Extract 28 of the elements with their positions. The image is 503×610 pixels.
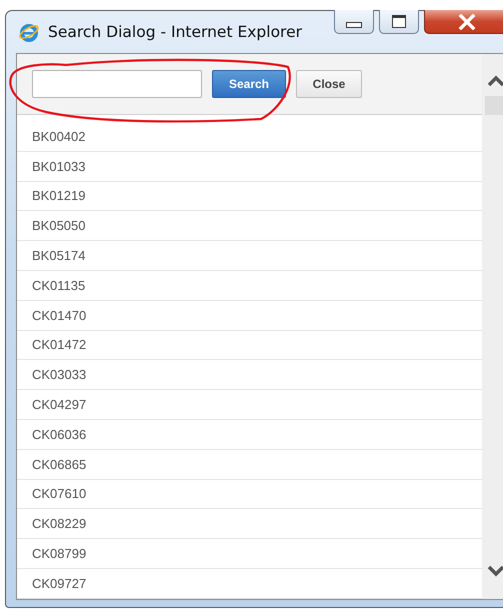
maximize-button[interactable] <box>379 10 419 34</box>
close-dialog-button[interactable]: Close <box>296 70 362 98</box>
window-title: Search Dialog - Internet Explorer <box>48 23 302 41</box>
result-item[interactable]: CK06036 <box>17 420 482 450</box>
result-item[interactable]: CK08799 <box>17 539 482 569</box>
result-item[interactable]: CK01135 <box>17 270 482 301</box>
result-item[interactable]: CK01472 <box>17 330 482 360</box>
result-item[interactable]: BK01033 <box>17 152 482 182</box>
result-item[interactable]: CK08229 <box>17 509 482 540</box>
result-item[interactable]: CK07610 <box>17 480 482 510</box>
scrollbar[interactable] <box>482 54 503 599</box>
scroll-up-icon[interactable] <box>486 75 503 87</box>
search-field[interactable] <box>32 70 202 98</box>
result-item[interactable]: CK04297 <box>17 390 482 420</box>
close-icon <box>458 14 476 30</box>
result-item[interactable]: CK01470 <box>17 300 482 331</box>
result-item[interactable]: BK05174 <box>17 241 482 271</box>
result-item[interactable]: BK01219 <box>17 182 482 212</box>
minimize-button[interactable] <box>334 10 374 34</box>
scroll-down-icon[interactable] <box>486 565 503 577</box>
result-item[interactable]: CK06865 <box>17 450 482 480</box>
result-item[interactable]: BK00402 <box>17 122 482 152</box>
browser-logo-icon <box>18 21 40 43</box>
result-item[interactable]: CK03033 <box>17 360 482 390</box>
search-button[interactable]: Search <box>212 70 286 98</box>
result-item[interactable]: CK09727 <box>17 568 482 599</box>
result-item[interactable]: BK05050 <box>17 211 482 242</box>
close-button[interactable] <box>424 10 503 34</box>
